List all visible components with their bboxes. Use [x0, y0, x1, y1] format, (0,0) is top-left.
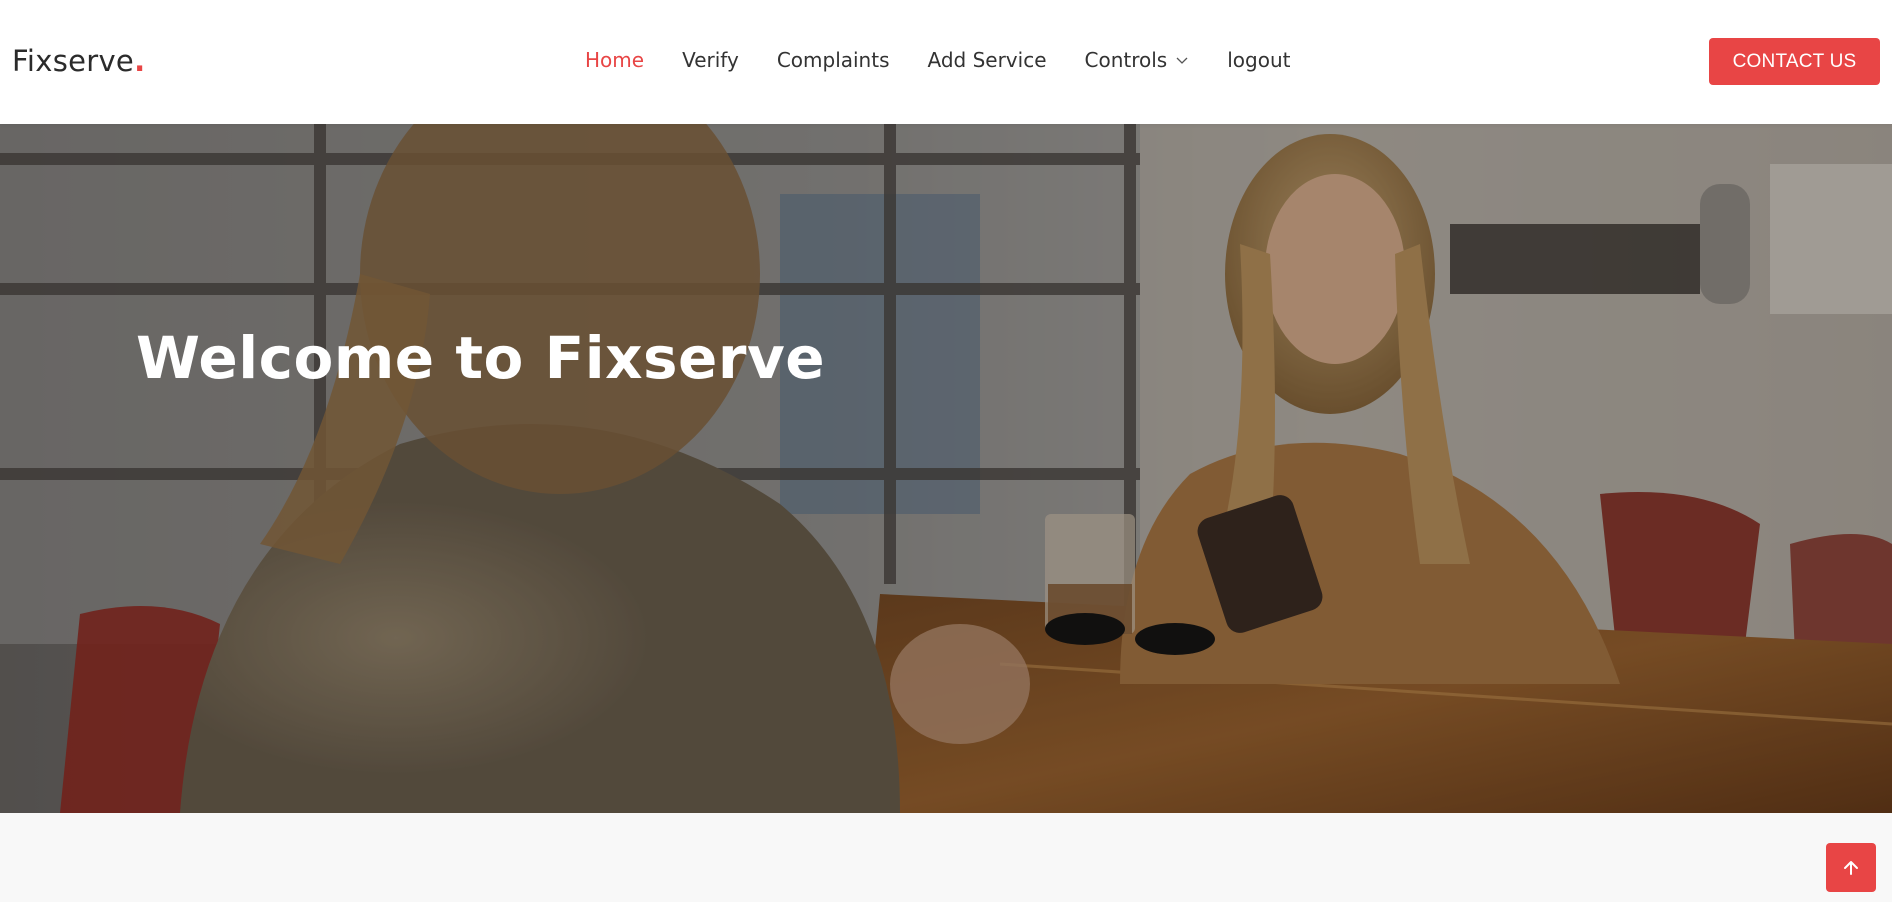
hero-title: Welcome to Fixserve: [136, 324, 826, 392]
nav-item-label: Complaints: [776, 48, 890, 72]
content-section: [0, 813, 1892, 902]
nav-item-label: Verify: [682, 48, 739, 72]
nav-item-label: Add Service: [927, 48, 1047, 72]
chevron-down-icon: [1176, 57, 1188, 64]
arrow-up-icon: [1844, 860, 1858, 875]
nav-item-label: Home: [585, 48, 645, 72]
nav-item-label: Controls: [1084, 48, 1168, 72]
logo-text: Fixserve: [12, 44, 135, 78]
hero-overlay: [0, 124, 1892, 813]
navbar: Fixserve. Home Verify Complaints Add Ser…: [0, 0, 1892, 124]
nav-item-add-service[interactable]: Add Service: [928, 48, 1047, 72]
nav-item-controls-dropdown[interactable]: Controls: [1085, 48, 1190, 72]
nav-item-logout[interactable]: logout: [1227, 48, 1290, 72]
nav-item-verify[interactable]: Verify: [682, 48, 739, 72]
nav-item-home[interactable]: Home: [585, 48, 644, 72]
back-to-top-button[interactable]: [1826, 843, 1876, 892]
nav-item-label: logout: [1227, 48, 1291, 72]
nav-item-complaints[interactable]: Complaints: [777, 48, 890, 72]
nav-menu: Home Verify Complaints Add Service Contr…: [585, 48, 1290, 72]
logo-dot: .: [134, 44, 146, 78]
logo[interactable]: Fixserve.: [12, 44, 145, 78]
hero-section: Welcome to Fixserve: [0, 124, 1892, 813]
contact-us-button[interactable]: CONTACT US: [1709, 38, 1880, 85]
